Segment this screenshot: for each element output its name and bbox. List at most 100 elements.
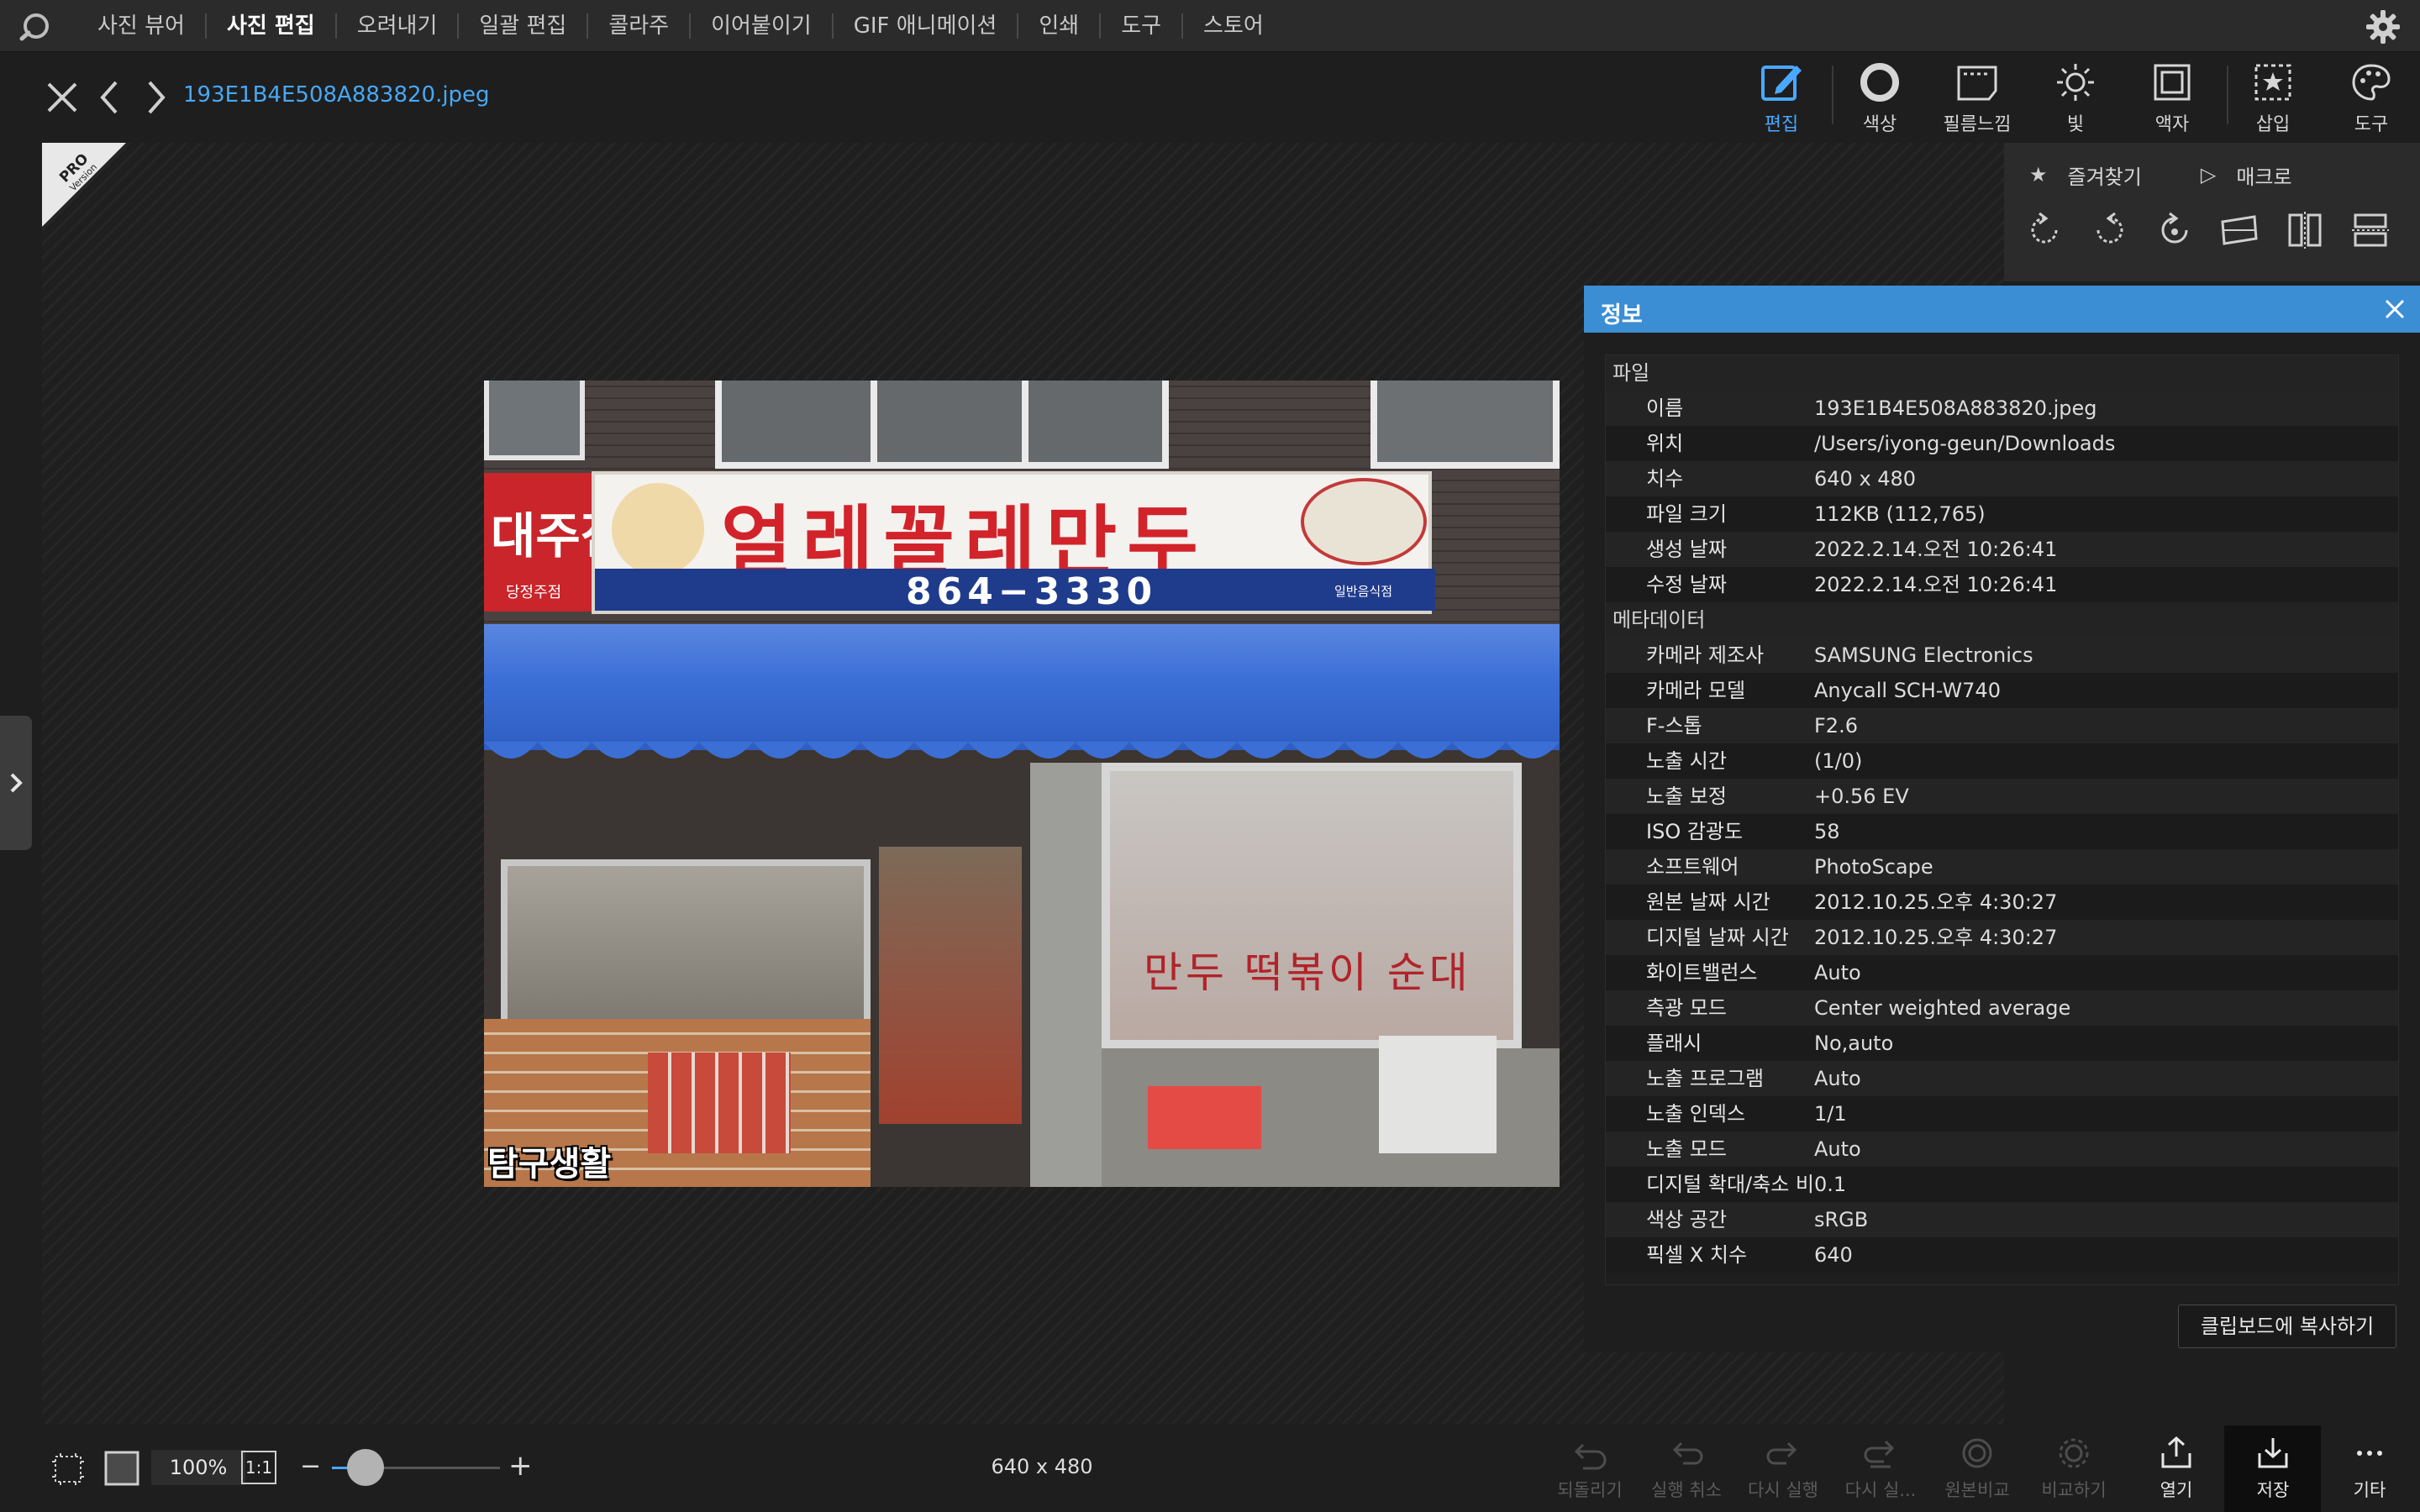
- more-button[interactable]: 기타: [2328, 1428, 2412, 1512]
- favorites-tab[interactable]: ★ 즐겨찾기: [2029, 160, 2142, 190]
- info-value: PhotoScape: [1814, 855, 1933, 879]
- revert-icon: [1574, 1443, 1607, 1470]
- jar-stack: [648, 1053, 791, 1153]
- info-panel: 정보 파일 이름 193E1B4E508A883820.jpeg 위치/Users/…: [1584, 286, 2420, 1352]
- zoom-level[interactable]: 100%: [151, 1450, 245, 1485]
- background-toggle-icon[interactable]: [103, 1450, 140, 1487]
- open-button[interactable]: 열기: [2134, 1428, 2218, 1512]
- redo-icon: [1766, 1441, 1797, 1465]
- info-key: 노출 프로그램: [1646, 1067, 1765, 1090]
- tool-tools[interactable]: 도구: [2325, 57, 2417, 141]
- actual-size-button[interactable]: 1:1: [241, 1451, 276, 1484]
- rotate-left-icon[interactable]: [2023, 208, 2066, 252]
- tool-color[interactable]: 색상: [1833, 57, 1926, 141]
- palette-icon: [2352, 64, 2391, 101]
- tool-tools-label: 도구: [2354, 114, 2389, 135]
- redo-all-button[interactable]: 다시 실...: [1839, 1428, 1923, 1512]
- info-key: 소프트웨어: [1646, 855, 1739, 879]
- tool-light[interactable]: 빛: [2029, 57, 2122, 141]
- blue-awning: [484, 624, 1560, 750]
- revert-button[interactable]: 되돌리기: [1548, 1428, 1632, 1512]
- side-tools-panel: ★ 즐겨찾기 ▷ 매크로: [2004, 143, 2420, 281]
- info-value: Auto: [1814, 1137, 1861, 1161]
- sign-phone-band: 864−3330 일반음식점: [595, 569, 1435, 613]
- menu-tools[interactable]: 도구: [1101, 13, 1184, 39]
- star-icon: ★: [2029, 163, 2048, 186]
- info-value: +0.56 EV: [1814, 785, 1909, 808]
- sign-subtitle: 일반음식점: [1334, 584, 1393, 599]
- save-icon: [2258, 1438, 2288, 1468]
- tool-insert[interactable]: 삽입: [2227, 57, 2319, 141]
- tool-film[interactable]: 필름느낌: [1931, 57, 2023, 141]
- info-key: 파일 크기: [1646, 502, 1727, 526]
- info-value: No,auto: [1814, 1032, 1894, 1055]
- info-panel-title: 정보: [1601, 302, 1643, 328]
- info-value: 1/1: [1814, 1102, 1847, 1126]
- compare-dashed-button[interactable]: 비교하기: [2032, 1428, 2116, 1512]
- undo-button[interactable]: 실행 취소: [1644, 1428, 1728, 1512]
- info-key: 원본 날짜 시간: [1646, 890, 1770, 914]
- color-circle-icon: [1860, 63, 1899, 102]
- info-row: F-스톱 F2.6: [1606, 708, 2398, 743]
- chevron-left-icon[interactable]: [92, 79, 129, 116]
- left-shop-sign: 대주점 당정주점: [484, 473, 625, 612]
- zoom-slider-handle[interactable]: [347, 1449, 384, 1486]
- macro-tab[interactable]: ▷ 매크로: [2201, 160, 2292, 190]
- chevron-right-icon[interactable]: [138, 79, 175, 116]
- menu-print[interactable]: 인쇄: [1018, 13, 1102, 39]
- info-key: 디지털 날짜 시간: [1646, 926, 1789, 949]
- frame-icon: [2154, 64, 2191, 101]
- compare-button[interactable]: 원본비교: [1935, 1428, 2019, 1512]
- info-key: 측광 모드: [1646, 996, 1727, 1020]
- info-row: 화이트밸런스 Auto: [1606, 955, 2398, 990]
- main-shop-sign: 얼레꼴레만두 864−3330 일반음식점: [592, 471, 1435, 614]
- tool-color-label: 색상: [1862, 114, 1897, 135]
- menu-photo-viewer[interactable]: 사진 뷰어: [77, 13, 207, 39]
- menu-batch-edit[interactable]: 일괄 편집: [459, 13, 589, 39]
- bottom-button-label: 비교하기: [2041, 1480, 2107, 1500]
- window-mullion: [1022, 381, 1028, 469]
- zoom-in-button[interactable]: +: [508, 1449, 533, 1483]
- photo-watermark: 탐구생활: [487, 1145, 612, 1184]
- tool-frame[interactable]: 액자: [2126, 57, 2218, 141]
- dumpling-plate-illustration: [1301, 478, 1427, 565]
- save-button[interactable]: 저장: [2231, 1428, 2315, 1512]
- image-dimensions: 640 x 480: [991, 1455, 1093, 1478]
- flip-horizontal-icon[interactable]: [2283, 208, 2327, 252]
- gear-icon[interactable]: [2365, 8, 2402, 45]
- info-value: Auto: [1814, 1067, 1861, 1090]
- chevron-right-icon: [10, 773, 23, 793]
- tool-edit[interactable]: 편집: [1735, 57, 1828, 141]
- redo-button[interactable]: 다시 실행: [1741, 1428, 1825, 1512]
- info-row: 노출 프로그램 Auto: [1606, 1061, 2398, 1096]
- info-value: 0.1: [1814, 1173, 1847, 1196]
- menu-collage[interactable]: 콜라주: [588, 13, 692, 39]
- flip-vertical-icon[interactable]: [2349, 208, 2392, 252]
- app-logo-icon[interactable]: [18, 10, 52, 44]
- left-panel-toggle[interactable]: [0, 716, 32, 850]
- menu-photo-editor[interactable]: 사진 편집: [207, 13, 337, 39]
- menu-store[interactable]: 스토어: [1183, 13, 1284, 39]
- menu-gif-animation[interactable]: GIF 애니메이션: [834, 13, 1019, 39]
- menu-cutout[interactable]: 오려내기: [337, 13, 460, 39]
- info-row: ISO 감광도 58: [1606, 814, 2398, 849]
- info-row: 노출 보정 +0.56 EV: [1606, 779, 2398, 814]
- select-region-icon[interactable]: [50, 1452, 86, 1487]
- metadata-rows: 카메라 제조사 SAMSUNG Electronics 카메라 모델 Anycall …: [1606, 638, 2398, 1273]
- close-icon[interactable]: [44, 79, 81, 116]
- section-metadata: 메타데이터: [1606, 602, 2398, 638]
- pro-version-badge: PRO Version: [42, 143, 126, 227]
- info-key: 노출 모드: [1646, 1137, 1727, 1161]
- rotate-free-icon[interactable]: [2153, 208, 2196, 252]
- rotate-right-icon[interactable]: [2088, 208, 2132, 252]
- info-key: 색상 공간: [1646, 1208, 1727, 1231]
- photo-preview[interactable]: 대주점 당정주점 얼레꼴레만두 864−3330 일반음식점 만두 떡볶이 순대…: [484, 381, 1560, 1187]
- info-table[interactable]: 파일 이름 193E1B4E508A883820.jpeg 위치/Users/iyo…: [1605, 354, 2399, 1285]
- main-menu: 사진 뷰어 사진 편집 오려내기 일괄 편집 콜라주 이어붙이기 GIF 애니메…: [77, 0, 1284, 52]
- menu-combine[interactable]: 이어붙이기: [691, 13, 834, 39]
- straighten-icon[interactable]: [2217, 208, 2261, 252]
- close-icon[interactable]: [2381, 296, 2408, 323]
- copy-to-clipboard-button[interactable]: 클립보드에 복사하기: [2178, 1305, 2396, 1348]
- info-value: 640: [1814, 1243, 1853, 1267]
- zoom-out-button[interactable]: −: [300, 1452, 321, 1481]
